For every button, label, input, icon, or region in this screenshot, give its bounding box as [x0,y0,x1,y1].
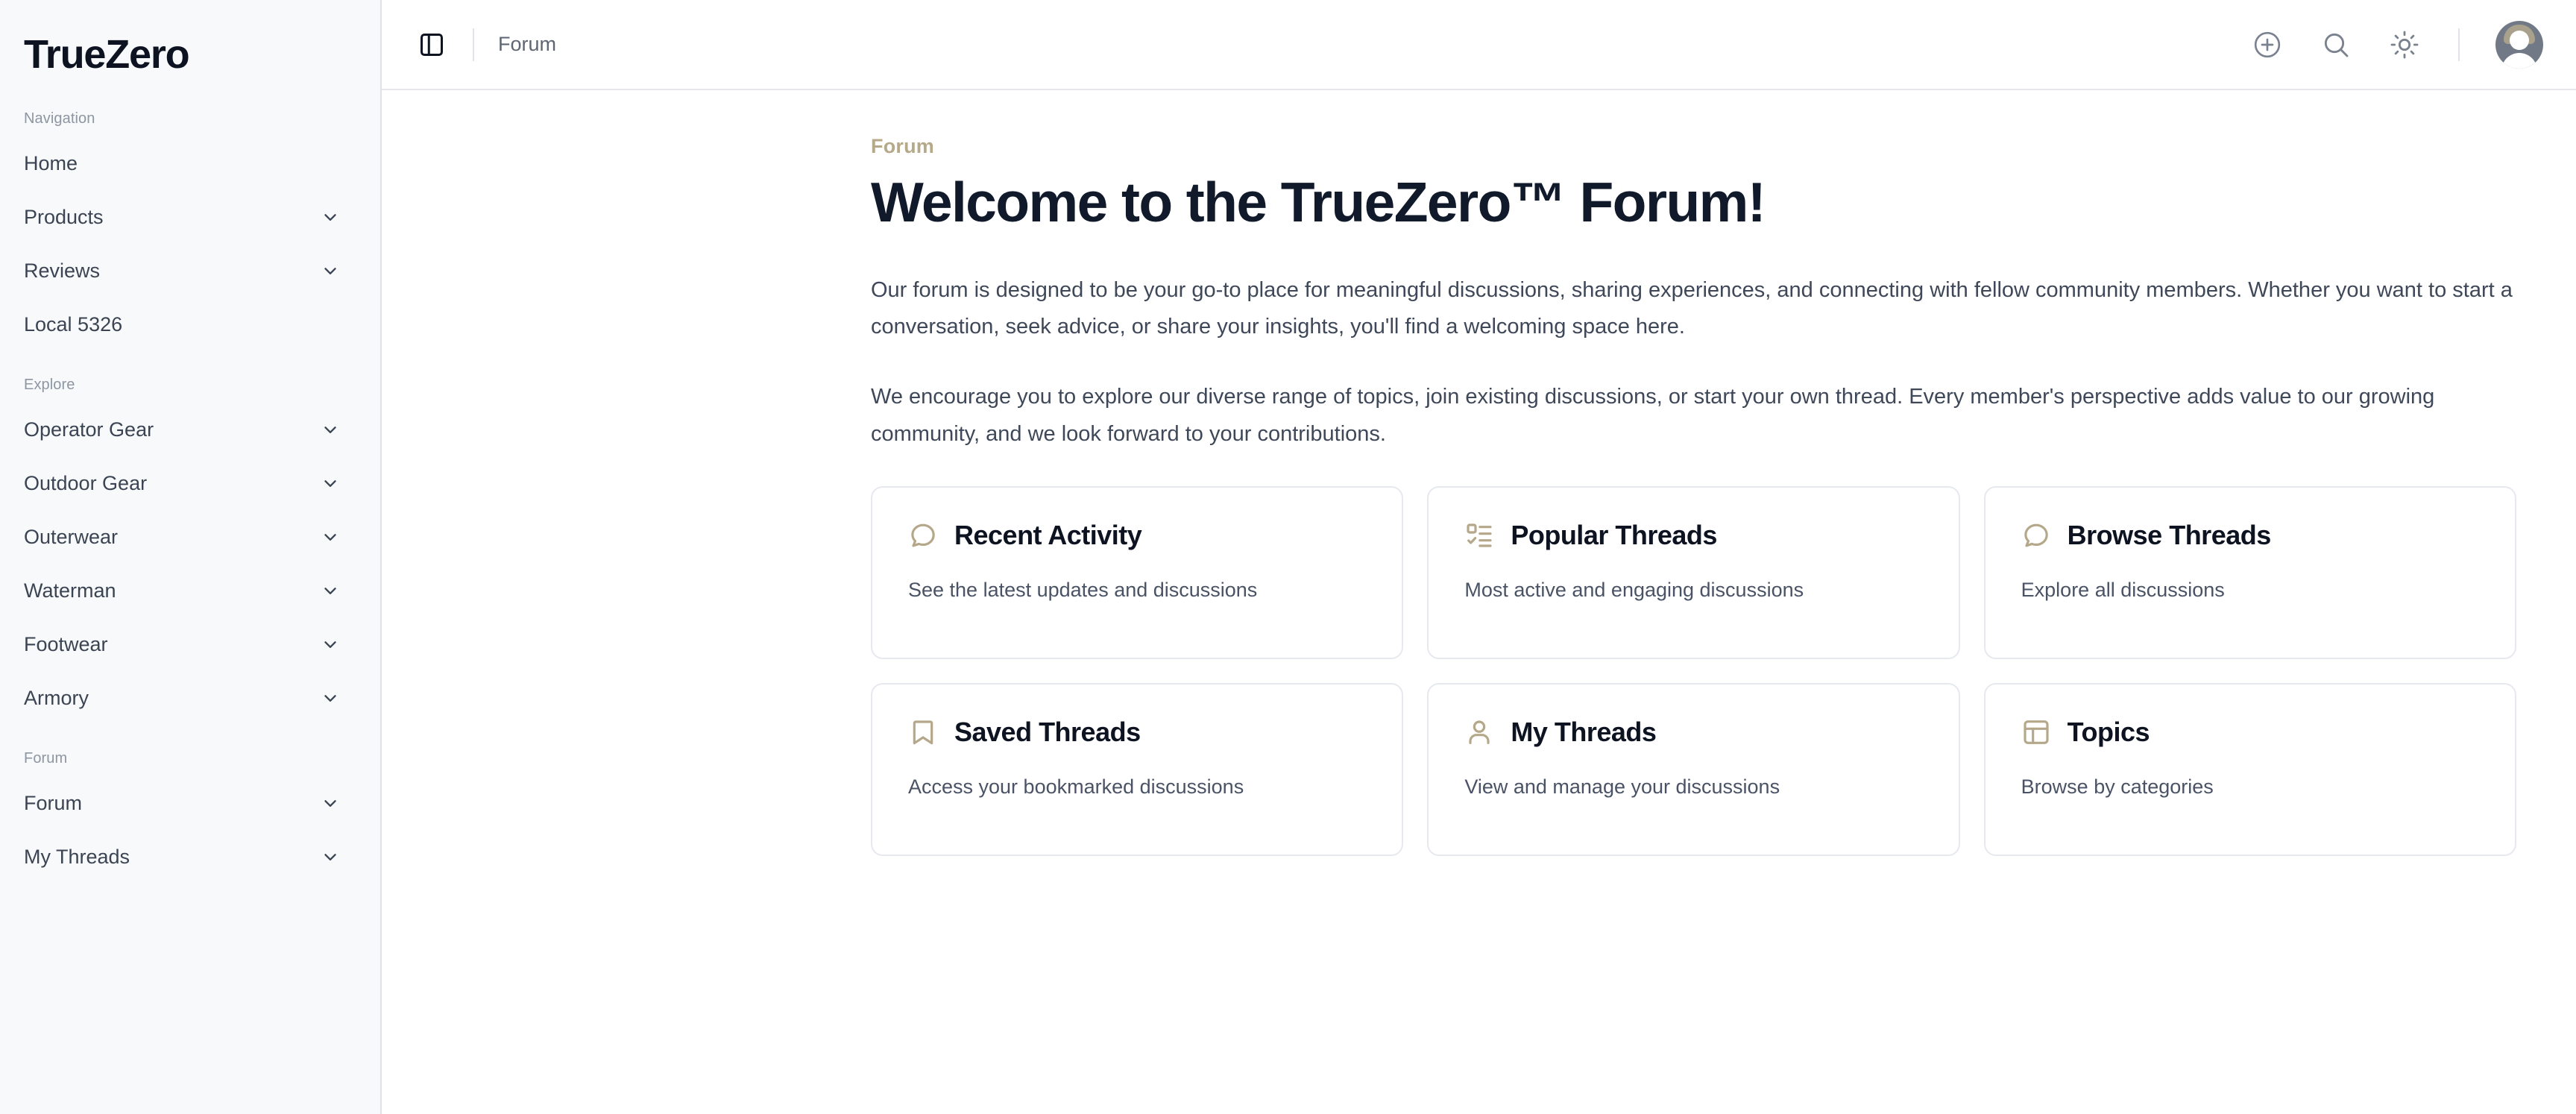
sidebar-item-local-5326[interactable]: Local 5326 [24,298,356,351]
avatar-head [2510,30,2529,50]
card-description: Access your bookmarked discussions [908,775,1244,798]
chevron-down-icon[interactable] [321,420,340,439]
chevron-down-icon[interactable] [321,847,340,866]
content-inner: Forum Welcome to the TrueZero™ Forum! Ou… [871,135,2516,856]
page-title: Welcome to the TrueZero™ Forum! [871,171,1766,233]
sidebar-item-forum[interactable]: Forum [24,776,356,830]
chevron-down-icon[interactable] [321,261,340,280]
card-topics[interactable]: Topics Browse by categories [1983,683,2516,856]
sidebar-item-label: Outerwear [24,525,119,548]
sidebar-item-my-threads[interactable]: My Threads [24,830,356,884]
sidebar-nav: Navigation Home Products Reviews Local 5326 E… [24,110,356,884]
list-checks-icon [1464,520,1494,550]
card-browse-threads[interactable]: Browse Threads Explore all discussions [1983,486,2516,659]
intro-paragraph-2: We encourage you to explore our diverse … [871,385,2435,447]
card-saved-threads[interactable]: Saved Threads Access your bookmarked disc… [871,683,1404,856]
sidebar-item-outerwear[interactable]: Outerwear [24,510,356,564]
card-head: Browse Threads [2021,520,2479,550]
top-bar: Forum [382,0,2576,90]
chevron-down-icon[interactable] [321,207,340,227]
topbar-divider-right [2458,28,2460,61]
sidebar-group-explore: Explore Operator Gear Outdoor Gear Outerwea… [24,377,356,725]
card-head: My Threads [1464,717,1922,747]
layout-icon [2021,717,2051,747]
card-title: Browse Threads [2067,520,2272,550]
sidebar-item-armory[interactable]: Armory [24,671,356,725]
sidebar: TrueZero Navigation Home Products Reviews Lo… [0,0,382,1114]
search-icon[interactable] [2318,27,2354,63]
main-area: Forum Forum Welcome to the TrueZero™ For… [382,0,2576,1114]
sidebar-item-label: Armory [24,686,89,709]
sidebar-item-waterman[interactable]: Waterman [24,564,356,617]
card-title: Popular Threads [1511,520,1717,550]
card-description: See the latest updates and discussions [908,579,1258,601]
sidebar-group-navigation: Navigation Home Products Reviews Local 5326 [24,110,356,351]
card-description: View and manage your discussions [1464,775,1780,798]
sun-icon[interactable] [2387,27,2422,63]
sidebar-item-label: Local 5326 [24,312,123,336]
sidebar-item-label: My Threads [24,845,130,868]
sidebar-item-products[interactable]: Products [24,190,356,244]
topbar-divider [473,28,474,61]
sidebar-item-footwear[interactable]: Footwear [24,617,356,671]
sidebar-item-reviews[interactable]: Reviews [24,244,356,298]
card-description: Most active and engaging discussions [1464,579,1804,601]
sidebar-item-home[interactable]: Home [24,136,356,190]
bookmark-icon [908,717,938,747]
sidebar-item-label: Reviews [24,259,101,282]
card-head: Popular Threads [1464,520,1922,550]
card-description: Explore all discussions [2021,579,2225,601]
sidebar-item-label: Operator Gear [24,418,154,441]
message-circle-icon [908,520,938,550]
sidebar-item-label: Footwear [24,632,108,655]
chevron-down-icon[interactable] [321,688,340,708]
card-title: Topics [2067,717,2150,747]
chevron-down-icon[interactable] [321,793,340,813]
sidebar-item-label: Outdoor Gear [24,471,148,494]
intro-paragraph-1: Our forum is designed to be your go-to p… [871,277,2513,339]
card-my-threads[interactable]: My Threads View and manage your discussio… [1427,683,1960,856]
chevron-down-icon[interactable] [321,527,340,547]
panel-left-icon[interactable] [415,28,449,62]
avatar[interactable] [2495,20,2543,69]
message-circle-icon [2021,520,2051,550]
card-head: Recent Activity [908,520,1366,550]
sidebar-group-label: Forum [24,750,68,767]
topbar-left: Forum [415,28,556,62]
sidebar-group-label: Explore [24,377,75,393]
sidebar-item-label: Forum [24,791,83,814]
card-title: Saved Threads [954,717,1141,747]
card-title: My Threads [1511,717,1657,747]
card-title: Recent Activity [954,520,1142,550]
avatar-body [2501,52,2537,69]
forum-card-grid: Recent Activity See the latest updates an… [871,486,2516,856]
chevron-down-icon[interactable] [321,473,340,493]
topbar-actions [2249,20,2543,69]
card-head: Topics [2021,717,2479,747]
card-description: Browse by categories [2021,775,2214,798]
sidebar-item-operator-gear[interactable]: Operator Gear [24,403,356,456]
sidebar-group-label: Navigation [24,110,95,127]
app-root: TrueZero Navigation Home Products Reviews Lo… [0,0,2576,1114]
plus-circle-icon[interactable] [2249,27,2285,63]
card-head: Saved Threads [908,717,1366,747]
chevron-down-icon[interactable] [321,581,340,600]
brand-logo[interactable]: TrueZero [24,0,356,89]
breadcrumb[interactable]: Forum [498,33,556,56]
card-popular-threads[interactable]: Popular Threads Most active and engaging … [1427,486,1960,659]
sidebar-item-label: Waterman [24,579,116,602]
page-eyebrow: Forum [871,135,934,157]
sidebar-item-label: Home [24,151,78,174]
sidebar-item-label: Products [24,205,104,228]
sidebar-item-outdoor-gear[interactable]: Outdoor Gear [24,456,356,510]
user-icon [1464,717,1494,747]
page-content: Forum Welcome to the TrueZero™ Forum! Ou… [382,90,2576,1114]
card-recent-activity[interactable]: Recent Activity See the latest updates an… [871,486,1404,659]
sidebar-group-forum: Forum Forum My Threads [24,750,356,884]
chevron-down-icon[interactable] [321,635,340,654]
